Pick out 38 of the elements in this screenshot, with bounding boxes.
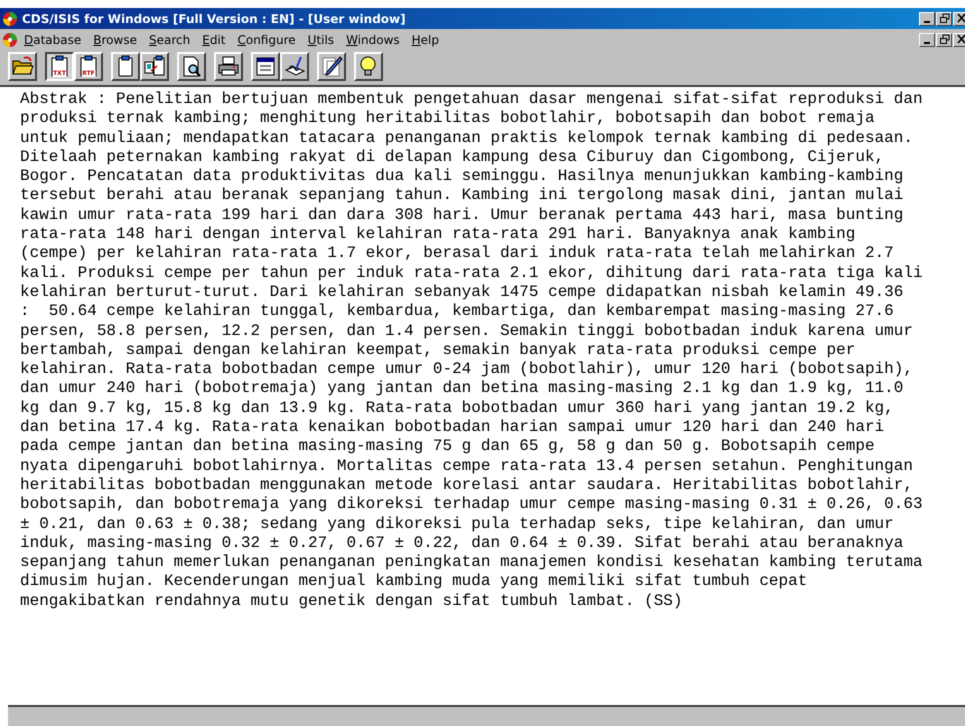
toolbar-button[interactable] — [280, 52, 309, 81]
toolbar-button[interactable] — [214, 52, 243, 81]
close-icon — [956, 13, 965, 24]
restore-button[interactable] — [936, 32, 952, 46]
close-button[interactable] — [953, 32, 965, 46]
menu-item[interactable]: Edit — [196, 32, 232, 46]
minimize-button[interactable] — [919, 32, 935, 46]
restore-icon — [938, 34, 950, 45]
minimize-button[interactable] — [919, 12, 935, 26]
form-icon — [254, 55, 277, 78]
menu-item[interactable]: Search — [142, 32, 196, 46]
restore-button[interactable] — [936, 12, 952, 26]
menu-item[interactable]: Help — [406, 32, 446, 46]
minimize-icon — [924, 42, 930, 44]
signature-icon — [283, 55, 306, 78]
toolbar-button[interactable] — [251, 52, 280, 81]
app-icon — [2, 10, 18, 26]
menu-item[interactable]: Configure — [231, 32, 302, 46]
close-button[interactable] — [953, 12, 965, 26]
toolbar-button[interactable] — [8, 52, 37, 81]
toolbar-button[interactable] — [111, 52, 140, 81]
menu-item[interactable]: Browse — [87, 32, 143, 46]
printer-icon — [217, 55, 240, 78]
toolbar-button[interactable] — [317, 52, 346, 81]
menu-item[interactable]: Windows — [340, 32, 406, 46]
abstract-text: Abstrak : Penelitian bertujuan membentuk pengetahuan dasar mengenai sifat-sifat reproduksi dan produksi ternak kambing; menghitung heritabilitas bobotlahir, bobotsapih dan bobot remaja untuk pemuliaan; mendapatkan tatacara penanganan praktis kelompok ternak kambing di pedesaan. Ditelaah peternakan kambing rakyat di delapan kampung desa Ciburuy dan Cigombong, Cijeruk, Bogor. Pencatatan data produktivitas dua kali seminggu. Hasilnya menunjukkan kambing-kambing tersebut berahi atau beranak sepanjang tahun. Kambing ini tergolong masak dini, jantan mulai kawin umur rata-rata 199 hari dan dara 308 hari. Umur beranak pertama 443 hari, masa bunting rata-rata 148 hari dengan interval kelahiran rata-rata 291 hari. Banyaknya anak kambing (cempe) per kelahiran rata-rata 1.7 ekor, berasal dari induk rata-rata telah melahirkan 2.7 kali. Produksi cempe per tahun per induk rata-rata 2.1 ekor, dihitung dari rata-rata tiga kali kelahiran berturut-turut. Dari kelahiran sebanyak 1475 cempe didapatkan nisbah kelamin 49.36 : 50.64 cempe kelahiran tunggal, kembardua, kembartiga, dan kembarempat masing-masing 27.6 persen, 58.8 persen, 12.2 persen, dan 1.4 persen. Semakin tinggi bobotbadan induk karena umur bertambah, sampai dengan kelahiran keempat, semakin banyak rata-rata produksi cempe per kelahiran. Rata-rata bobotbadan cempe umur 0-24 jam (bobotlahir), umur 120 hari (bobotsapih), dan umur 240 hari (bobotremaja) yang jantan dan betina masing-masing 2.1 kg dan 1.9 kg, 11.0 kg dan 9.7 kg, 15.8 kg dan 13.9 kg. Rata-rata bobotbadan umur 360 hari yang jantan 19.2 kg, dan betina 17.4 kg. Rata-rata kenaikan bobotbadan harian sampai umur 120 hari dan 240 hari pada cempe jantan dan betina masing-masing 75 g dan 65 g, 58 g dan 50 g. Bobotsapih cempe nyata dipengaruhi bobotlahirnya. Mortalitas cempe rata-rata 13.4 persen setahun. Penghitungan heritabilitas bobotbadan menggunakan metode korelasi antar saudara. Heritabilitas bobotlahir, bobotsapih, dan bobotremaja yang dikoreksi terhadap umur cempe masing-masing 0.31 ± 0.26, 0.63 ± 0.21, dan 0.63 ± 0.38; sedang yang dikoreksi pula terhadap seks, tipe kelahiran, dan umur induk, masing-masing 0.32 ± 0.27, 0.67 ± 0.22, dan 0.64 ± 0.39. Sifat berahi atau beranaknya sepanjang tahun memerlukan penanganan peningkatan manajemen kondisi kesehatan kambing terutama dimusim hujan. Kecenderungan menjual kambing muda yang memiliki sifat tumbuh cepat mengakibatkan rendahnya mutu genetik dengan sifat tumbuh lambat. (SS) — [20, 90, 924, 612]
menu-item[interactable]: Database — [18, 32, 88, 46]
close-icon — [956, 34, 965, 45]
clipboard-copy-icon — [143, 55, 166, 78]
pencil-icon — [320, 55, 343, 78]
menu-item[interactable]: Utils — [302, 32, 340, 46]
toolbar-button[interactable] — [140, 52, 169, 81]
minimize-icon — [924, 21, 930, 23]
toolbar-button[interactable] — [354, 52, 383, 81]
window-title: CDS/ISIS for Windows [Full Version : EN] - [User window] — [22, 12, 406, 26]
restore-icon — [938, 13, 950, 24]
toolbar-button[interactable] — [177, 52, 206, 81]
app-icon — [2, 32, 18, 48]
